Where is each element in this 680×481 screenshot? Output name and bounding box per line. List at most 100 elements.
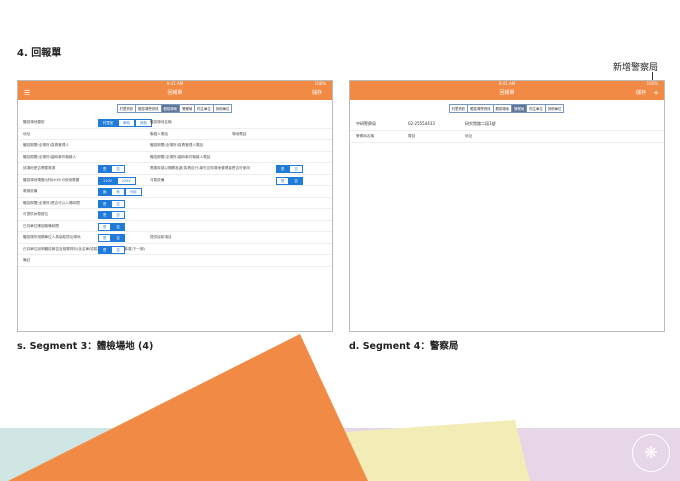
field-label: 地址 (23, 131, 31, 136)
field-label: 體檢場地類型 (23, 120, 45, 124)
form-row: 可提供休憩座位 是否 (18, 209, 332, 221)
field-label: 可提供休憩座位 (23, 212, 49, 216)
toggle-option[interactable]: 否 (289, 165, 303, 173)
toggle-option[interactable]: 否 (289, 176, 303, 185)
toggle-option[interactable]: 村里室 (98, 119, 119, 127)
toggle-option[interactable]: 學校 (118, 119, 135, 127)
toggle-option[interactable]: 是 (98, 211, 112, 219)
app-bar: ☰ 回報單 儲存 (18, 87, 332, 100)
segmented-toggle[interactable]: 是否 (276, 176, 303, 185)
right-screenshot: 9:41 AM 100% 回報單 儲存 + 村里資訊 體檢場營資訊 體檢場地 警察局衛… (349, 80, 665, 332)
tab-3[interactable]: 警察局 (511, 104, 528, 113)
field-label: 體檢場所相關單位人員協助提出場地 (23, 235, 81, 239)
toggle-option[interactable]: 否 (111, 199, 125, 208)
field-label: 體檢期間(全場所)負責管理人電話 (150, 143, 204, 147)
segmented-toggle[interactable]: 村里室 學校 其他 (98, 119, 152, 127)
save-button[interactable]: 儲存 (312, 87, 322, 100)
caption-left: s. Segment 3：體檢場地 (4) (17, 341, 154, 352)
field-label: 體檢場地電壓(伏特/kW)可使用電壓 (23, 177, 80, 182)
segmented-toggle[interactable]: 是否 (98, 211, 125, 219)
form-row: 體檢期間(全場所)臨時事件聯絡人 體檢期間(全場所)臨時事件聯絡人電話 (18, 152, 332, 163)
segmented-toggle[interactable]: 無有可用 (98, 188, 142, 196)
field-label: 已向單位確認報備時間 (23, 223, 59, 228)
field-label: 需要時須以隔開各處(負責自行)事先告知場地管理者是否可使用 (150, 166, 250, 170)
form-row: 已向單位確認報備時間 是否 (18, 221, 332, 232)
toggle-option[interactable]: 否 (111, 211, 125, 219)
toggle-option[interactable]: 有 (111, 188, 125, 196)
toggle-option[interactable]: 可用 (124, 188, 142, 196)
tab-2[interactable]: 體檢場地 (492, 104, 513, 113)
toggle-option[interactable]: 是 (98, 234, 112, 242)
tab-4[interactable]: 衛生單位 (526, 104, 546, 113)
list-item[interactable]: 中研警察局 02-25554433 研究院路二段1號 (350, 118, 664, 131)
header-name: 警察局名稱 (356, 134, 374, 138)
toggle-option[interactable]: 是 (276, 176, 290, 185)
app-title: 回報單 (167, 90, 183, 96)
form-row: 備註 (18, 255, 332, 267)
section-title: 4. 回報單 (17, 48, 62, 59)
toggle-option[interactable]: 無 (98, 188, 112, 196)
field-label: 已向單位說明體檢報告及相關資料(含名單/檢驗/告知/其他/(建議事項)下一期) (23, 246, 145, 251)
header-phone: 電話 (408, 134, 416, 138)
toggle-option[interactable]: 否 (111, 234, 125, 242)
rhombus-emblem-icon: ❋ (632, 434, 670, 472)
form-row: 體檢期間(全場所)負責管理人 體檢期間(全場所)負責管理人電話 (18, 140, 332, 152)
tab-1[interactable]: 體檢場營資訊 (467, 104, 494, 113)
form-row: 體檢期間(全場所)是否可以入場時間 是否 (18, 198, 332, 209)
police-station-name: 中研警察局 (356, 121, 376, 126)
toggle-option[interactable]: 是 (98, 165, 112, 173)
toggle-option[interactable]: 是 (98, 222, 112, 231)
field-label: 電梯設備 (23, 189, 38, 193)
header-address: 地址 (465, 134, 473, 138)
tab-5[interactable]: 其他單位 (544, 104, 565, 113)
toggle-option[interactable]: 110V (98, 176, 117, 185)
app-title: 回報單 (499, 90, 515, 96)
police-list: 中研警察局 02-25554433 研究院路二段1號 警察局名稱 電話 地址 (350, 118, 664, 143)
caption-right: d. Segment 4：警察局 (349, 341, 459, 352)
segmented-toggle[interactable]: 是否 (98, 245, 125, 254)
police-station-address: 研究院路二段1號 (465, 121, 496, 126)
police-station-phone: 02-25554433 (408, 121, 435, 126)
segmented-toggle[interactable]: 是否 (98, 165, 125, 173)
form-row: 體檢場所相關單位人員協助提出場地 是否 提供協助項目 (18, 232, 332, 244)
left-screenshot: 9:41 AM 100% ☰ 回報單 儲存 村里資訊 體檢場營資訊 體檢場地 警察局衛… (17, 80, 333, 332)
toggle-option[interactable]: 否 (111, 165, 125, 173)
form-row: 體檢場地類型 村里室 學校 其他 體檢場地名稱 (18, 117, 332, 129)
field-label: 備註 (23, 258, 31, 262)
toggle-option[interactable]: 否 (111, 245, 125, 254)
tab-0[interactable]: 村里資訊 (116, 104, 137, 113)
segmented-toggle[interactable]: 是否 (98, 222, 125, 231)
field-label: 提供協助項目 (150, 235, 172, 239)
toggle-option[interactable]: 是 (98, 245, 112, 254)
tab-3[interactable]: 警察局 (179, 104, 196, 113)
tab-0[interactable]: 村里資訊 (448, 104, 469, 113)
segmented-toggle[interactable]: 是否 (98, 234, 125, 242)
form-row: 該場地是否需要電源是否需要時須以隔開各處(負責自行)事先告知場地管理者是否可使用… (18, 163, 332, 175)
toggle-option[interactable]: 否 (111, 222, 125, 231)
segment-tabs: 村里資訊 體檢場營資訊 體檢場地 警察局 衛生單位 其他單位 (350, 104, 664, 113)
field-label: 體檢期間(全場所)臨時事件聯絡人電話 (150, 154, 211, 159)
tab-2[interactable]: 體檢場地 (160, 104, 181, 113)
tab-1[interactable]: 體檢場營資訊 (135, 104, 162, 113)
toggle-option[interactable]: 220V (116, 176, 136, 185)
save-button[interactable]: 儲存 (636, 87, 646, 100)
segment-tabs: 村里資訊 體檢場營資訊 體檢場地 警察局 衛生單位 其他單位 (18, 104, 332, 113)
field-label: 體檢期間(全場所)臨時事件聯絡人 (23, 154, 77, 159)
plus-icon[interactable]: + (653, 87, 659, 100)
segmented-toggle[interactable]: 110V 220V (98, 176, 136, 185)
segmented-toggle[interactable]: 是否 (98, 199, 125, 208)
status-time: 9:41 AM (166, 81, 184, 86)
tab-5[interactable]: 其他單位 (212, 104, 233, 113)
toggle-option[interactable]: 是 (276, 165, 290, 173)
field-label: 冷氣設備 (150, 177, 165, 182)
form-row: 地址 聯絡人電話 場地電話 (18, 129, 332, 140)
field-label: 聯絡人電話 (150, 131, 168, 136)
app-bar: 回報單 儲存 + (350, 87, 664, 100)
form-row: 電梯設備 無有可用 (18, 186, 332, 198)
toggle-option[interactable]: 是 (98, 199, 112, 208)
venue-form: 體檢場地類型 村里室 學校 其他 體檢場地名稱 地址 聯絡人電話 場地電話 體檢期間(全場所)負… (18, 117, 332, 267)
field-label: 體檢期間(全場所)負責管理人 (23, 143, 69, 147)
tab-4[interactable]: 衛生單位 (194, 104, 214, 113)
field-label: 體檢場地名稱 (150, 120, 172, 124)
segmented-toggle[interactable]: 是否 (276, 165, 303, 173)
